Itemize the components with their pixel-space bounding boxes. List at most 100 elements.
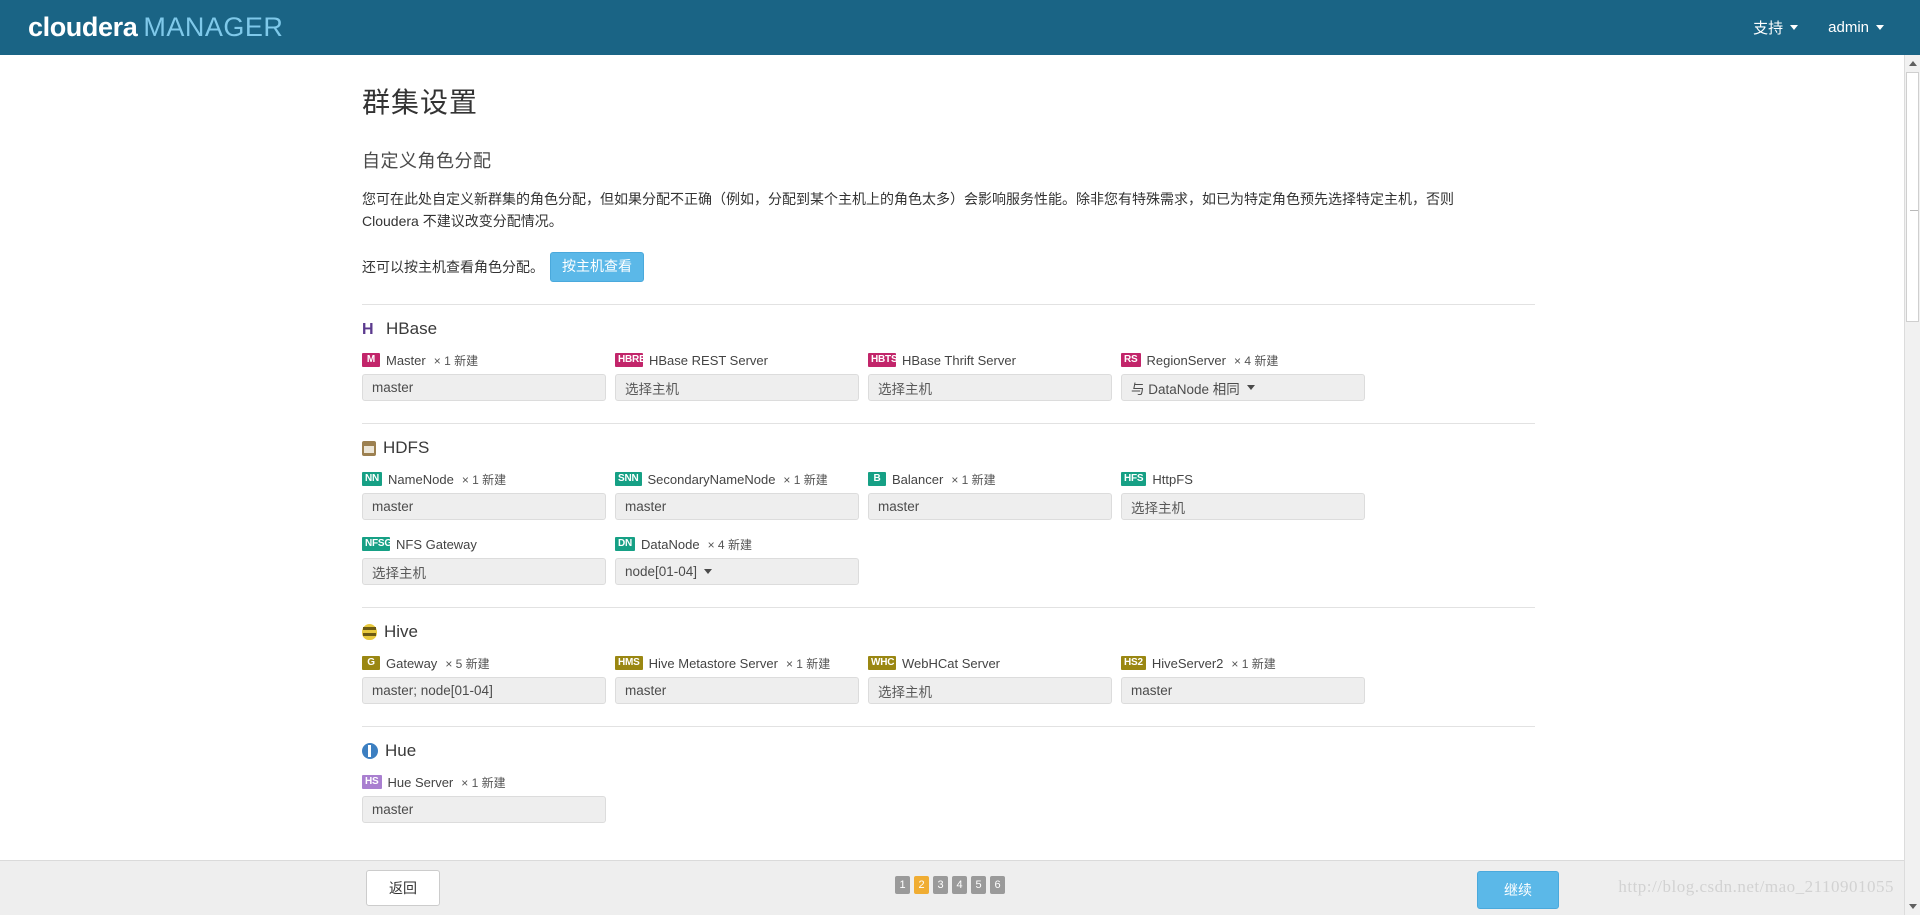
service-header: H HBase (362, 305, 1537, 339)
role-assignment-cell: DN DataNode × 4 新建 node[01-04] (615, 535, 859, 586)
view-by-host-label: 还可以按主机查看角色分配。 (362, 259, 544, 276)
continue-button[interactable]: 继续 (1477, 871, 1559, 909)
role-name: HBase REST Server (649, 352, 768, 368)
host-select-field[interactable]: master (615, 677, 859, 705)
page-title: 群集设置 (362, 87, 479, 118)
host-select-value: 选择主机 (878, 381, 932, 397)
pager-step-4[interactable]: 4 (952, 876, 967, 894)
role-name: NFS Gateway (396, 536, 477, 552)
top-nav-right-group: 支持 admin (1753, 17, 1884, 38)
cloudera-manager-logo[interactable]: cloudera MANAGER (28, 12, 283, 43)
role-name: HBase Thrift Server (902, 352, 1016, 368)
role-badge: NN (362, 472, 383, 487)
role-assignment-cell: WHC WebHCat Server 选择主机 (868, 654, 1112, 705)
back-button[interactable]: 返回 (366, 870, 440, 906)
host-select-value: master (372, 499, 414, 515)
role-count: × 1 新建 (951, 472, 996, 487)
role-label-row: HBTS HBase Thrift Server (868, 351, 1112, 369)
support-menu[interactable]: 支持 (1753, 17, 1799, 38)
host-select-value: master (1131, 683, 1173, 699)
role-assignment-cell: M Master × 1 新建 master (362, 351, 606, 402)
view-by-host-button[interactable]: 按主机查看 (550, 252, 644, 283)
brand-primary-text: cloudera (28, 12, 138, 42)
role-badge: B (868, 472, 886, 487)
scroll-down-button[interactable] (1905, 898, 1920, 915)
host-select-field[interactable]: 选择主机 (868, 374, 1112, 402)
role-badge: RS (1121, 353, 1141, 368)
role-name: Hive Metastore Server (648, 655, 778, 671)
host-select-field[interactable]: 选择主机 (868, 677, 1112, 705)
host-select-value: 与 DataNode 相同 (1131, 381, 1240, 397)
role-assignment-cell: HBRE HBase REST Server 选择主机 (615, 351, 859, 402)
role-badge: G (362, 656, 380, 671)
view-by-host-row: 还可以按主机查看角色分配。 按主机查看 (362, 252, 1537, 283)
role-assignment-cell: B Balancer × 1 新建 master (868, 470, 1112, 521)
role-name: Master (386, 352, 426, 368)
role-label-row: RS RegionServer × 4 新建 (1121, 351, 1365, 369)
pager-step-3[interactable]: 3 (933, 876, 948, 894)
role-label-row: B Balancer × 1 新建 (868, 470, 1112, 488)
role-label-row: HFS HttpFS (1121, 470, 1365, 488)
hdfs-icon (362, 441, 376, 457)
role-assignment-cell: HMS Hive Metastore Server × 1 新建 master (615, 654, 859, 705)
role-name: RegionServer (1146, 352, 1227, 368)
hue-icon (362, 743, 378, 760)
role-badge: NFSG (362, 537, 390, 552)
role-count: × 1 新建 (461, 775, 506, 790)
brand-secondary-text: MANAGER (143, 12, 284, 42)
host-select-value: 选择主机 (1131, 500, 1185, 516)
chevron-down-icon (704, 569, 713, 575)
role-badge: HS2 (1121, 656, 1146, 671)
role-grid: NN NameNode × 1 新建 master SNN SecondaryNameNo… (362, 470, 1537, 600)
host-select-field[interactable]: 选择主机 (362, 558, 606, 586)
service-section-hue: Hue HS Hue Server × 1 新建 master (362, 727, 1537, 838)
role-name: DataNode (641, 536, 700, 552)
host-select-field[interactable]: 选择主机 (615, 374, 859, 402)
role-name: NameNode (388, 471, 454, 487)
host-select-field[interactable]: master (615, 493, 859, 521)
role-count: × 1 新建 (783, 472, 828, 487)
host-select-field[interactable]: node[01-04] (615, 558, 859, 586)
host-select-field[interactable]: master (362, 374, 606, 402)
host-select-field[interactable]: master (868, 493, 1112, 521)
host-select-value: master (625, 499, 667, 515)
hbase-icon: H (362, 320, 374, 338)
scroll-up-button[interactable] (1905, 55, 1920, 72)
pager-step-5[interactable]: 5 (971, 876, 986, 894)
triangle-up-icon (1908, 61, 1917, 66)
wizard-footer: 返回 123456 继续 http://blog.csdn.net/mao_21… (0, 860, 1904, 915)
host-select-field[interactable]: 与 DataNode 相同 (1121, 374, 1365, 402)
service-header: Hue (362, 727, 1537, 761)
service-name: Hive (384, 622, 419, 642)
role-grid: G Gateway × 5 新建 master; node[01-04] HMS Hive… (362, 654, 1537, 719)
service-header: Hive (362, 608, 1537, 642)
role-assignment-cell: HBTS HBase Thrift Server 选择主机 (868, 351, 1112, 402)
host-select-field[interactable]: master; node[01-04] (362, 677, 606, 705)
role-label-row: NFSG NFS Gateway (362, 535, 606, 553)
role-badge: HS (362, 775, 382, 790)
main-content: 群集设置 自定义角色分配 您可在此处自定义新群集的角色分配，但如果分配不正确（例… (0, 55, 1904, 860)
role-count: × 1 新建 (785, 656, 831, 671)
host-select-field[interactable]: master (362, 493, 606, 521)
role-badge: M (362, 353, 380, 368)
pager-step-1[interactable]: 1 (895, 876, 910, 894)
pager-step-6[interactable]: 6 (990, 876, 1005, 894)
role-badge: HBTS (868, 353, 896, 368)
scrollbar-thumb[interactable] (1906, 72, 1919, 322)
service-section-hbase: H HBase M Master × 1 新建 master HBRE HBase REST … (362, 305, 1537, 416)
user-menu[interactable]: admin (1828, 19, 1884, 36)
role-assignment-cell: NN NameNode × 1 新建 master (362, 470, 606, 521)
role-assignment-cell: G Gateway × 5 新建 master; node[01-04] (362, 654, 606, 705)
watermark-text: http://blog.csdn.net/mao_2110901055 (1618, 877, 1894, 896)
host-select-field[interactable]: 选择主机 (1121, 493, 1365, 521)
role-name: HttpFS (1152, 471, 1193, 487)
role-badge: HMS (615, 656, 643, 671)
host-select-value: node[01-04] (625, 564, 698, 580)
role-label-row: NN NameNode × 1 新建 (362, 470, 606, 488)
vertical-scrollbar[interactable] (1904, 55, 1920, 915)
host-select-value: 选择主机 (625, 381, 679, 397)
scrollbar-tick (1910, 210, 1918, 211)
host-select-field[interactable]: master (362, 796, 606, 824)
host-select-field[interactable]: master (1121, 677, 1365, 705)
pager-step-2[interactable]: 2 (914, 876, 929, 894)
